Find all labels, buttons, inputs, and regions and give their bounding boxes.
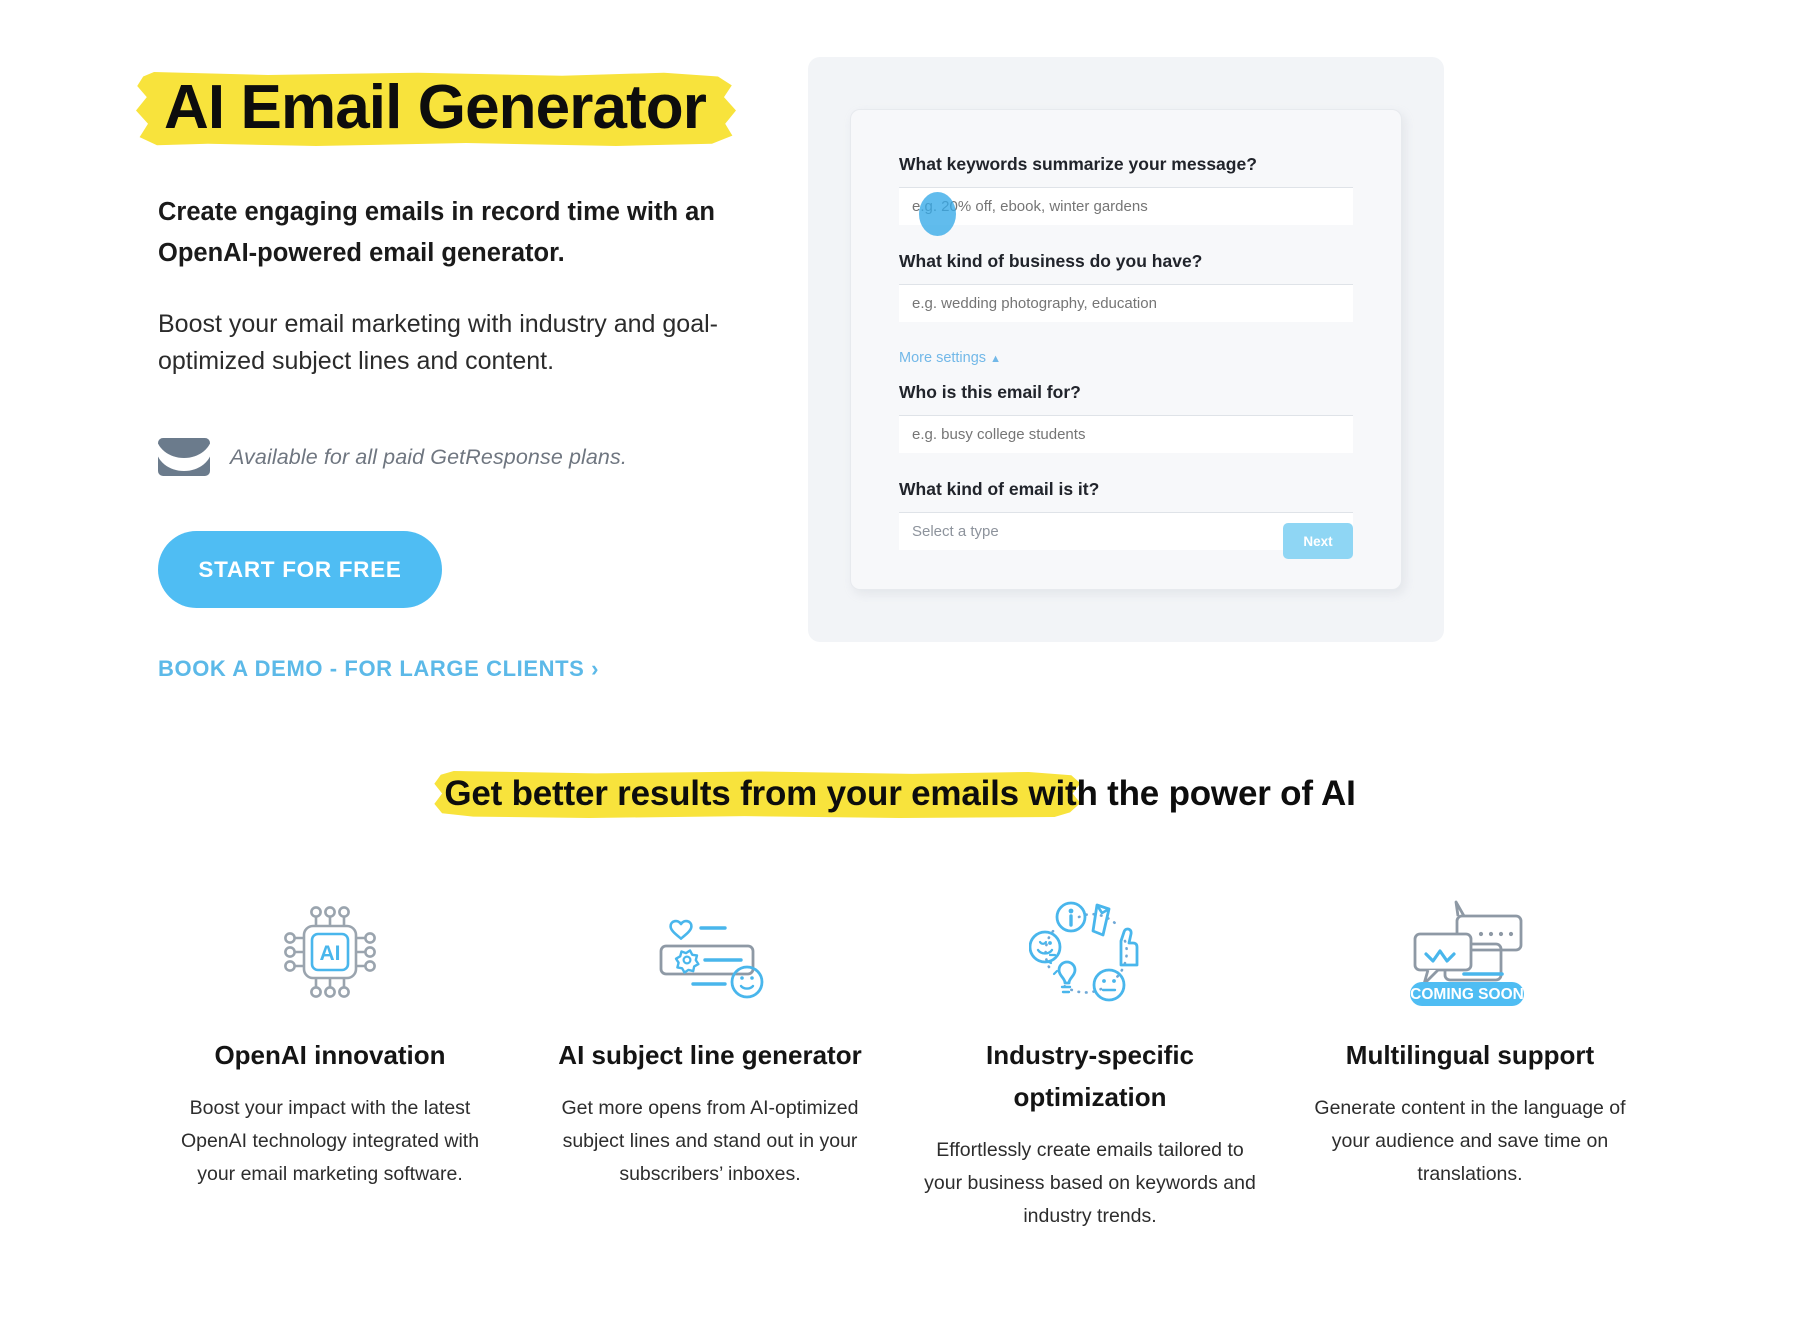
section-heading: Get better results from your emails with… (444, 774, 1355, 814)
start-for-free-button[interactable]: START FOR FREE (158, 531, 442, 608)
page-title-wrapper: AI Email Generator (136, 66, 736, 150)
feature-description-openai-innovation: Boost your impact with the latest OpenAI… (180, 1097, 480, 1185)
availability-note: Available for all paid GetResponse plans… (230, 444, 627, 469)
chevron-up-icon: ▲ (990, 353, 1001, 365)
section-heading-rest-text: with the power of AI (1018, 774, 1356, 813)
ai-chip-icon: AI (162, 892, 498, 1012)
audience-field-label: Who is this email for? (899, 382, 1081, 402)
email-type-field-label: What kind of email is it? (899, 479, 1100, 499)
book-a-demo-link[interactable]: BOOK A DEMO - FOR LARGE CLIENTS › (158, 656, 599, 682)
feature-card-openai-innovation: AI OpenAI innovation Boost your impact w… (140, 892, 520, 1233)
hero-text-column: AI Email Generator Create engaging email… (0, 48, 800, 682)
audience-input[interactable] (899, 415, 1353, 453)
coming-soon-badge-text: COMING SOON (1410, 986, 1524, 1003)
more-settings-label: More settings (899, 350, 987, 366)
cursor-blob (919, 192, 956, 236)
svg-text:AI: AI (320, 942, 341, 965)
email-type-select-value: Select a type (912, 523, 999, 540)
hero-lead-text: Create engaging emails in record time wi… (158, 198, 715, 267)
feature-card-multilingual: COMING SOON Multilingual support Generat… (1280, 892, 1660, 1233)
feature-title-subject-line: AI subject line generator (558, 1040, 862, 1070)
business-input[interactable] (899, 284, 1353, 322)
keywords-field-label: What keywords summarize your message? (899, 154, 1257, 174)
section-heading-wrapper: Get better results from your emails with… (434, 771, 1356, 818)
next-button[interactable]: Next (1283, 523, 1353, 559)
features-section: Get better results from your emails with… (0, 771, 1800, 1233)
envelope-icon (158, 438, 210, 476)
subject-line-icon (542, 892, 878, 1012)
feature-title-multilingual: Multilingual support (1345, 1040, 1595, 1070)
industry-optimization-icon (922, 892, 1258, 1012)
feature-title-openai-innovation: OpenAI innovation (214, 1040, 446, 1070)
more-settings-toggle[interactable]: More settings ▲ (899, 350, 1001, 366)
product-panel-inner: What keywords summarize your message? Wh… (850, 109, 1402, 590)
product-preview-column: What keywords summarize your message? Wh… (808, 48, 1444, 642)
section-heading-highlighted-text: Get better results from your emails (444, 774, 1019, 813)
features-grid: AI OpenAI innovation Boost your impact w… (0, 892, 1800, 1233)
product-panel-outer: What keywords summarize your message? Wh… (808, 57, 1444, 642)
hero-sub-text: Boost your email marketing with industry… (158, 310, 718, 375)
feature-description-subject-line: Get more opens from AI-optimized subject… (561, 1097, 859, 1185)
feature-title-industry-optimization: Industry-specific optimization (985, 1040, 1195, 1112)
feature-description-multilingual: Generate content in the language of your… (1314, 1097, 1626, 1185)
feature-description-industry-optimization: Effortlessly create emails tailored to y… (924, 1139, 1256, 1227)
page-title: AI Email Generator (164, 73, 707, 142)
multilingual-icon: COMING SOON (1302, 892, 1638, 1012)
business-field-label: What kind of business do you have? (899, 251, 1203, 271)
feature-card-industry-optimization: Industry-specific optimization Effortles… (900, 892, 1280, 1233)
keywords-input[interactable] (899, 187, 1353, 225)
availability-row: Available for all paid GetResponse plans… (158, 438, 800, 476)
feature-card-subject-line: AI subject line generator Get more opens… (520, 892, 900, 1233)
hero-section: AI Email Generator Create engaging email… (0, 0, 1800, 682)
